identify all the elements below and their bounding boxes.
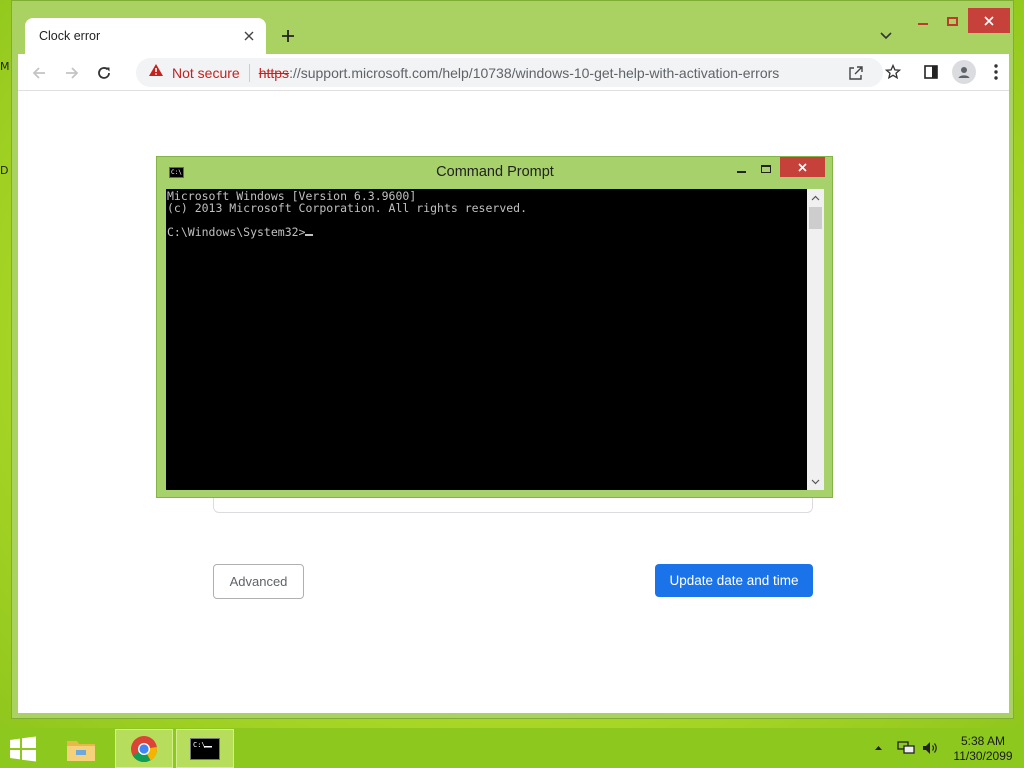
url-text[interactable]: https://support.microsoft.com/help/10738…: [259, 65, 780, 81]
console-output[interactable]: Microsoft Windows [Version 6.3.9600] (c) …: [166, 189, 807, 490]
forward-button[interactable]: [59, 60, 85, 86]
warning-icon[interactable]: [148, 63, 164, 82]
show-hidden-icons-chevron-icon[interactable]: [874, 740, 883, 756]
scroll-down-icon[interactable]: [807, 473, 824, 490]
desktop-icon-label: M: [0, 60, 10, 73]
advanced-button[interactable]: Advanced: [213, 564, 304, 599]
separator: [248, 63, 250, 82]
clock-time: 5:38 AM: [960, 734, 1006, 748]
cmd-titlebar[interactable]: C:\ Command Prompt: [157, 157, 832, 189]
taskbar-command-prompt[interactable]: C:\: [176, 729, 234, 768]
command-prompt-window: C:\ Command Prompt Microsoft Windows [Ve…: [156, 156, 833, 498]
tab-search-chevron-icon[interactable]: [876, 26, 896, 46]
network-icon[interactable]: [897, 740, 915, 756]
profile-avatar-icon[interactable]: [952, 60, 976, 84]
share-icon[interactable]: [844, 62, 868, 84]
tab-strip: Clock error: [12, 1, 1013, 54]
browser-toolbar: Not secure https://support.microsoft.com…: [18, 54, 1009, 91]
back-button[interactable]: [26, 60, 52, 86]
tab-clock-error[interactable]: Clock error: [25, 18, 266, 54]
scroll-up-icon[interactable]: [807, 189, 824, 206]
taskbar-file-explorer[interactable]: [52, 729, 110, 768]
svg-text:C:\: C:\: [193, 741, 206, 749]
scroll-thumb[interactable]: [809, 207, 822, 229]
address-bar[interactable]: Not secure https://support.microsoft.com…: [136, 58, 883, 87]
volume-icon[interactable]: [921, 740, 939, 756]
console-line: (c) 2013 Microsoft Corporation. All righ…: [167, 201, 528, 215]
cmd-minimize-button[interactable]: [728, 159, 754, 179]
cmd-scrollbar[interactable]: [807, 189, 824, 490]
cmd-close-button[interactable]: [780, 157, 825, 177]
new-tab-button[interactable]: [277, 25, 299, 47]
console-prompt: C:\Windows\System32>: [167, 225, 306, 239]
console-prompt-line: C:\Windows\System32>: [167, 226, 807, 238]
url-rest: ://support.microsoft.com/help/10738/wind…: [289, 64, 780, 81]
reload-button[interactable]: [91, 60, 117, 86]
taskbar-chrome[interactable]: [115, 729, 173, 768]
minimize-button[interactable]: [908, 9, 938, 33]
text-cursor: [305, 226, 314, 236]
bookmark-star-icon[interactable]: [881, 60, 905, 84]
side-panel-icon[interactable]: [919, 60, 943, 84]
close-tab-icon[interactable]: [240, 27, 258, 45]
not-secure-label[interactable]: Not secure: [172, 65, 240, 81]
tab-title: Clock error: [39, 29, 101, 43]
taskbar-clock[interactable]: 5:38 AM 11/30/2099: [950, 734, 1016, 764]
menu-kebab-icon[interactable]: [984, 60, 1008, 84]
update-date-time-button[interactable]: Update date and time: [655, 564, 813, 597]
close-window-button[interactable]: [968, 8, 1010, 33]
start-windows-icon[interactable]: [8, 736, 38, 762]
desktop-icon-label: D: [0, 164, 9, 177]
clock-date: 11/30/2099: [953, 749, 1013, 763]
maximize-button[interactable]: [937, 9, 967, 33]
url-scheme: https: [258, 64, 290, 81]
taskbar: C:\ 5:38 AM 11/30/2099: [0, 728, 1024, 768]
cmd-maximize-button[interactable]: [753, 159, 779, 179]
